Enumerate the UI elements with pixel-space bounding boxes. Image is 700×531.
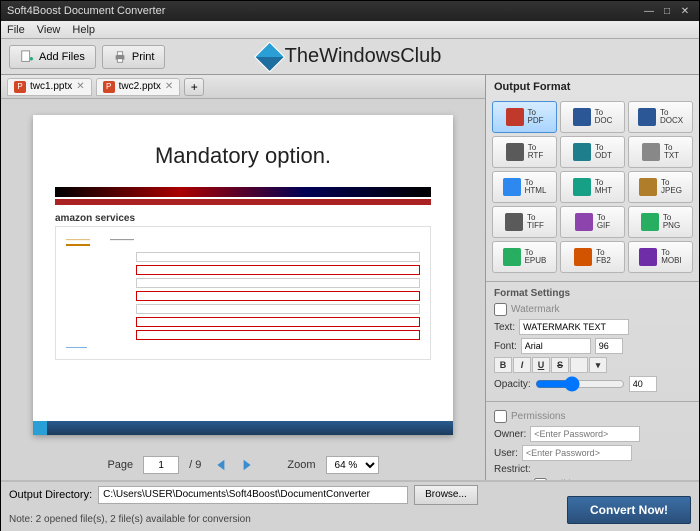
format-rtf-button[interactable]: ToRTF <box>492 136 557 168</box>
permissions-checkbox[interactable]: Permissions <box>494 410 691 423</box>
tab-close-icon[interactable]: ✕ <box>165 81 173 92</box>
output-format-title: Output Format <box>486 75 699 97</box>
format-icon <box>503 178 521 196</box>
window-title: Soft4Boost Document Converter <box>7 5 165 17</box>
zoom-select[interactable]: 64 % <box>326 456 379 474</box>
format-settings-title: Format Settings <box>494 288 691 299</box>
underline-button[interactable]: U <box>532 357 550 373</box>
output-directory-label: Output Directory: <box>9 489 92 501</box>
format-icon <box>639 178 657 196</box>
plus-file-icon <box>20 50 34 64</box>
document-page: Mandatory option. amazon services ——————… <box>33 115 453 435</box>
format-odt-button[interactable]: ToODT <box>560 136 625 168</box>
menu-file[interactable]: File <box>7 24 25 36</box>
watermark-size-input[interactable] <box>595 338 623 354</box>
format-icon <box>642 143 660 161</box>
format-icon <box>573 143 591 161</box>
maximize-button[interactable]: □ <box>659 4 675 18</box>
printer-icon <box>113 50 127 64</box>
format-icon <box>505 213 523 231</box>
user-password-input[interactable] <box>522 445 632 461</box>
pptx-icon: P <box>14 81 26 93</box>
zoom-label: Zoom <box>287 459 315 471</box>
watermark-font-input[interactable] <box>521 338 591 354</box>
format-gif-button[interactable]: ToGIF <box>560 206 625 238</box>
color-swatch[interactable] <box>570 357 588 373</box>
watermark-checkbox[interactable]: Watermark <box>494 303 691 316</box>
titlebar: Soft4Boost Document Converter — □ ✕ <box>1 1 699 21</box>
addfiles-button[interactable]: Add Files <box>9 45 96 69</box>
format-grid: ToPDFToDOCToDOCXToRTFToODTToTXTToHTMLToM… <box>486 97 699 281</box>
format-icon <box>575 213 593 231</box>
format-doc-button[interactable]: ToDOC <box>560 101 625 133</box>
file-tab[interactable]: P twc1.pptx ✕ <box>7 78 92 96</box>
format-fb2-button[interactable]: ToFB2 <box>560 241 625 273</box>
format-jpeg-button[interactable]: ToJPEG <box>628 171 693 203</box>
convert-now-button[interactable]: Convert Now! <box>567 496 691 524</box>
font-style-buttons: B I U S ▾ <box>494 357 691 373</box>
page-label: Page <box>107 459 133 471</box>
right-panel: Output Format ToPDFToDOCToDOCX ToRTFToODT… <box>486 75 699 480</box>
opacity-slider[interactable] <box>535 376 625 392</box>
page-last-button[interactable] <box>239 456 257 474</box>
page-first-button[interactable] <box>211 456 229 474</box>
opacity-value[interactable] <box>629 376 657 392</box>
strike-button[interactable]: S <box>551 357 569 373</box>
format-icon <box>639 248 657 266</box>
file-tab[interactable]: P twc2.pptx ✕ <box>96 78 181 96</box>
format-png-button[interactable]: ToPNG <box>628 206 693 238</box>
slide-heading: Mandatory option. <box>55 143 431 169</box>
format-epub-button[interactable]: ToEPUB <box>492 241 557 273</box>
output-directory-input[interactable] <box>98 486 408 504</box>
menu-help[interactable]: Help <box>72 24 95 36</box>
minimize-button[interactable]: — <box>641 4 657 18</box>
menubar: File View Help <box>1 21 699 39</box>
italic-button[interactable]: I <box>513 357 531 373</box>
format-icon <box>503 248 521 266</box>
format-mobi-button[interactable]: ToMOBI <box>628 241 693 273</box>
page-input[interactable] <box>143 456 179 474</box>
format-icon <box>573 108 591 126</box>
format-html-button[interactable]: ToHTML <box>492 171 557 203</box>
owner-password-input[interactable] <box>530 426 640 442</box>
menu-view[interactable]: View <box>37 24 61 36</box>
bold-button[interactable]: B <box>494 357 512 373</box>
format-tiff-button[interactable]: ToTIFF <box>492 206 557 238</box>
tab-close-icon[interactable]: ✕ <box>76 81 84 92</box>
file-tabs: P twc1.pptx ✕ P twc2.pptx ✕ + <box>1 75 485 99</box>
document-preview: Mandatory option. amazon services ——————… <box>1 99 485 450</box>
status-note: Note: 2 opened file(s), 2 file(s) availa… <box>9 514 251 525</box>
format-docx-button[interactable]: ToDOCX <box>628 101 693 133</box>
format-icon <box>506 108 524 126</box>
add-tab-button[interactable]: + <box>184 78 204 96</box>
print-button[interactable]: Print <box>102 45 166 69</box>
format-mht-button[interactable]: ToMHT <box>560 171 625 203</box>
logo-text: TheWindowsClub <box>285 45 442 68</box>
format-icon <box>506 143 524 161</box>
browse-button[interactable]: Browse... <box>414 485 478 505</box>
format-icon <box>638 108 656 126</box>
color-dropdown-icon[interactable]: ▾ <box>589 357 607 373</box>
format-icon <box>573 178 591 196</box>
logo: TheWindowsClub <box>259 45 442 68</box>
format-pdf-button[interactable]: ToPDF <box>492 101 557 133</box>
watermark-text-input[interactable] <box>519 319 629 335</box>
toolbar: Add Files Print TheWindowsClub <box>1 39 699 75</box>
format-icon <box>641 213 659 231</box>
pptx-icon: P <box>103 81 115 93</box>
format-icon <box>574 248 592 266</box>
amazon-services-label: amazon services <box>55 213 431 224</box>
format-txt-button[interactable]: ToTXT <box>628 136 693 168</box>
logo-icon <box>254 41 285 72</box>
close-button[interactable]: ✕ <box>677 4 693 18</box>
page-total: / 9 <box>189 459 201 471</box>
pager: Page / 9 Zoom 64 % <box>1 450 485 480</box>
